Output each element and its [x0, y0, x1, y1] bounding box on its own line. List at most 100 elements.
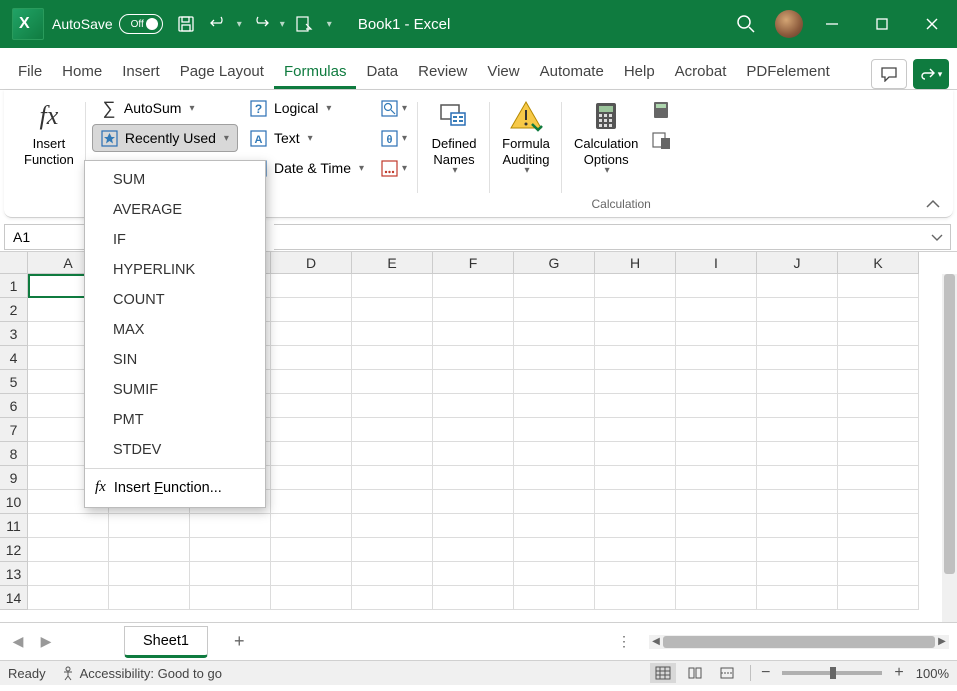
cell[interactable]	[757, 274, 838, 298]
row-header[interactable]: 5	[0, 370, 28, 394]
zoom-in-button[interactable]: +	[894, 664, 903, 682]
cell[interactable]	[514, 274, 595, 298]
cell[interactable]	[757, 346, 838, 370]
cell[interactable]	[433, 586, 514, 610]
insert-function-button[interactable]: fx Insert Function	[18, 94, 80, 213]
cell[interactable]	[676, 490, 757, 514]
tab-home[interactable]: Home	[52, 55, 112, 89]
cell[interactable]	[676, 322, 757, 346]
row-header[interactable]: 11	[0, 514, 28, 538]
cell[interactable]	[838, 370, 919, 394]
cell[interactable]	[352, 514, 433, 538]
cell[interactable]	[676, 298, 757, 322]
cell[interactable]	[28, 538, 109, 562]
cell[interactable]	[433, 466, 514, 490]
scroll-right-icon[interactable]: ▶	[935, 636, 949, 647]
menu-item-hyperlink[interactable]: HYPERLINK	[85, 255, 265, 285]
cell[interactable]	[190, 514, 271, 538]
cell[interactable]	[433, 370, 514, 394]
row-header[interactable]: 14	[0, 586, 28, 610]
cell[interactable]	[514, 466, 595, 490]
calculation-options-button[interactable]: Calculation Options ▾	[568, 94, 644, 197]
cell[interactable]	[676, 394, 757, 418]
cell[interactable]	[433, 322, 514, 346]
col-header[interactable]: K	[838, 252, 919, 274]
cell[interactable]	[433, 562, 514, 586]
vertical-scrollbar[interactable]	[942, 274, 957, 622]
cell[interactable]	[514, 514, 595, 538]
cell[interactable]	[352, 274, 433, 298]
cell[interactable]	[514, 538, 595, 562]
select-all-corner[interactable]	[0, 252, 28, 274]
menu-item-average[interactable]: AVERAGE	[85, 195, 265, 225]
cell[interactable]	[352, 370, 433, 394]
cell[interactable]	[352, 322, 433, 346]
cell[interactable]	[271, 490, 352, 514]
cell[interactable]	[838, 418, 919, 442]
cell[interactable]	[595, 394, 676, 418]
cell[interactable]	[514, 394, 595, 418]
cell[interactable]	[190, 562, 271, 586]
col-header[interactable]: I	[676, 252, 757, 274]
row-header[interactable]: 10	[0, 490, 28, 514]
cell[interactable]	[271, 274, 352, 298]
cell[interactable]	[433, 346, 514, 370]
cell[interactable]	[757, 418, 838, 442]
tab-review[interactable]: Review	[408, 55, 477, 89]
zoom-level[interactable]: 100%	[916, 666, 949, 681]
tab-acrobat[interactable]: Acrobat	[665, 55, 737, 89]
more-functions-button[interactable]: ▾	[376, 154, 412, 182]
cell[interactable]	[433, 394, 514, 418]
cell[interactable]	[676, 562, 757, 586]
calculate-now-button[interactable]	[648, 98, 674, 122]
cell[interactable]	[595, 322, 676, 346]
col-header[interactable]: D	[271, 252, 352, 274]
cell[interactable]	[28, 562, 109, 586]
cell[interactable]	[28, 586, 109, 610]
cell[interactable]	[433, 442, 514, 466]
cell[interactable]	[757, 394, 838, 418]
redo-icon[interactable]	[246, 9, 276, 39]
cell[interactable]	[757, 586, 838, 610]
cell[interactable]	[28, 514, 109, 538]
cell[interactable]	[352, 466, 433, 490]
cell[interactable]	[352, 586, 433, 610]
cell[interactable]	[271, 562, 352, 586]
cell[interactable]	[271, 394, 352, 418]
zoom-out-button[interactable]: −	[761, 664, 770, 682]
close-button[interactable]	[911, 6, 953, 42]
scrollbar-thumb[interactable]	[944, 274, 955, 574]
cell[interactable]	[595, 418, 676, 442]
ribbon-collapse-icon[interactable]	[925, 199, 941, 211]
cell[interactable]	[352, 490, 433, 514]
menu-item-stdev[interactable]: STDEV	[85, 435, 265, 465]
tab-file[interactable]: File	[8, 55, 52, 89]
cell[interactable]	[595, 514, 676, 538]
row-header[interactable]: 12	[0, 538, 28, 562]
autosum-button[interactable]: ∑ AutoSum ▾	[92, 94, 238, 122]
cell[interactable]	[838, 274, 919, 298]
search-icon[interactable]	[725, 6, 767, 42]
cell[interactable]	[514, 298, 595, 322]
tab-view[interactable]: View	[477, 55, 529, 89]
cell[interactable]	[757, 514, 838, 538]
cell[interactable]	[271, 418, 352, 442]
cell[interactable]	[271, 298, 352, 322]
cell[interactable]	[838, 514, 919, 538]
formula-expand-icon[interactable]	[930, 232, 944, 242]
cell[interactable]	[838, 466, 919, 490]
cell[interactable]	[109, 586, 190, 610]
add-sheet-button[interactable]: +	[234, 631, 245, 652]
row-header[interactable]: 9	[0, 466, 28, 490]
cell[interactable]	[838, 394, 919, 418]
menu-item-sumif[interactable]: SUMIF	[85, 375, 265, 405]
cell[interactable]	[757, 370, 838, 394]
qat-customize[interactable]: ▾	[327, 19, 332, 30]
row-header[interactable]: 4	[0, 346, 28, 370]
cell[interactable]	[757, 322, 838, 346]
zoom-slider[interactable]	[782, 671, 882, 675]
menu-item-count[interactable]: COUNT	[85, 285, 265, 315]
cell[interactable]	[271, 466, 352, 490]
cell[interactable]	[757, 562, 838, 586]
cell[interactable]	[838, 586, 919, 610]
